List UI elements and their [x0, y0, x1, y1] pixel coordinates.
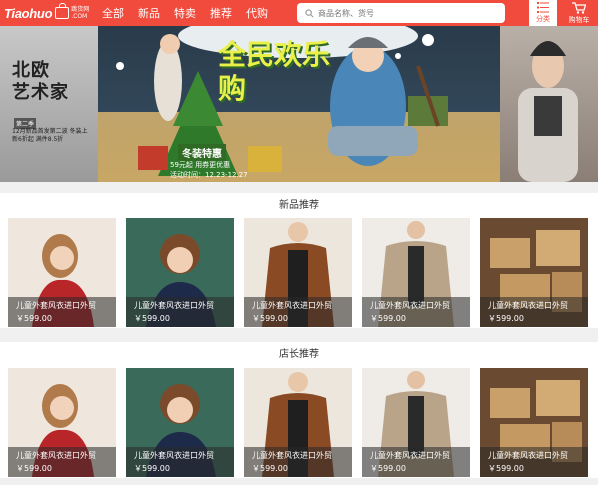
- product-card[interactable]: 儿童外套风衣进口外贸 ￥599.00: [126, 368, 234, 477]
- product-name: 儿童外套风衣进口外贸: [488, 451, 568, 460]
- product-name: 儿童外套风衣进口外贸: [370, 301, 450, 310]
- product-name: 儿童外套风衣进口外贸: [252, 301, 332, 310]
- nav-sale[interactable]: 特卖: [167, 5, 203, 21]
- product-price: ￥599.00: [370, 314, 406, 323]
- product-price: ￥599.00: [488, 464, 524, 473]
- product-name: 儿童外套风衣进口外贸: [134, 451, 214, 460]
- search-icon: [305, 8, 314, 17]
- product-price: ￥599.00: [16, 464, 52, 473]
- banner-left-text: 12月新品首发第二波 冬装上新6折起 满件8.5折: [12, 128, 88, 143]
- promo-banner[interactable]: 北欧 艺术家 第二季 12月新品首发第二波 冬装上新6折起 满件8.5折 全民欢…: [0, 26, 598, 182]
- product-price: ￥599.00: [134, 464, 170, 473]
- banner-promo-sub: 59元起 用券更优惠: [170, 161, 231, 169]
- main-nav: 全部 新品 特卖 推荐 代购: [95, 0, 275, 26]
- banner-main-title: 全民欢乐购: [218, 38, 331, 105]
- product-card[interactable]: 儿童外套风衣进口外贸 ￥599.00: [362, 368, 470, 477]
- banner-main-slide[interactable]: 全民欢乐购 冬装特惠 59元起 用券更优惠 活动时间：12.23-12.27: [98, 26, 500, 182]
- product-card[interactable]: 儿童外套风衣进口外贸 ￥599.00: [480, 368, 588, 477]
- cart-button[interactable]: 购物车: [562, 0, 596, 26]
- banner-promo-label: 冬装特惠: [178, 144, 226, 161]
- product-card[interactable]: 儿童外套风衣进口外贸 ￥599.00: [362, 218, 470, 327]
- logo-text: Tiaohuo: [4, 5, 53, 21]
- shopping-bag-icon: [55, 3, 70, 19]
- product-card[interactable]: 儿童外套风衣进口外贸 ￥599.00: [8, 368, 116, 477]
- banner-left-slide[interactable]: 北欧 艺术家 第二季 12月新品首发第二波 冬装上新6折起 满件8.5折: [0, 26, 98, 182]
- product-grid-new: 儿童外套风衣进口外贸 ￥599.00 儿童外套风衣进口外贸 ￥599.00 儿童…: [0, 218, 598, 328]
- cart-label: 购物车: [568, 15, 590, 24]
- list-icon: [537, 2, 549, 13]
- product-grid-manager: 儿童外套风衣进口外贸 ￥599.00 儿童外套风衣进口外贸 ￥599.00 儿童…: [0, 368, 598, 478]
- product-card[interactable]: 儿童外套风衣进口外贸 ￥599.00: [244, 218, 352, 327]
- product-price: ￥599.00: [252, 464, 288, 473]
- banner-promo-time: 活动时间：12.23-12.27: [170, 171, 248, 179]
- product-card[interactable]: 儿童外套风衣进口外贸 ￥599.00: [8, 218, 116, 327]
- product-price: ￥599.00: [16, 314, 52, 323]
- product-card[interactable]: 儿童外套风衣进口外贸 ￥599.00: [244, 368, 352, 477]
- product-name: 儿童外套风衣进口外贸: [488, 301, 568, 310]
- search-box[interactable]: [297, 3, 505, 23]
- product-card[interactable]: 儿童外套风衣进口外贸 ￥599.00: [480, 218, 588, 327]
- product-price: ￥599.00: [370, 464, 406, 473]
- product-name: 儿童外套风衣进口外贸: [16, 301, 96, 310]
- category-button[interactable]: 分类: [529, 0, 557, 26]
- site-logo[interactable]: Tiaohuo 跳货网 .COM: [0, 0, 95, 26]
- product-name: 儿童外套风衣进口外贸: [370, 451, 450, 460]
- product-price: ￥599.00: [134, 314, 170, 323]
- cart-icon: [572, 1, 586, 14]
- product-name: 儿童外套风衣进口外贸: [134, 301, 214, 310]
- nav-new[interactable]: 新品: [131, 5, 167, 21]
- logo-sub: 跳货网: [71, 6, 90, 13]
- search-input[interactable]: [318, 8, 498, 18]
- section-title-manager: 店长推荐: [0, 342, 598, 368]
- nav-all[interactable]: 全部: [95, 5, 131, 21]
- section-title-new: 新品推荐: [0, 193, 598, 219]
- logo-domain: .COM: [71, 13, 88, 20]
- product-price: ￥599.00: [252, 314, 288, 323]
- banner-left-title2: 艺术家: [12, 82, 69, 103]
- product-card[interactable]: 儿童外套风衣进口外贸 ￥599.00: [126, 218, 234, 327]
- product-price: ￥599.00: [488, 314, 524, 323]
- nav-recommend[interactable]: 推荐: [203, 5, 239, 21]
- product-name: 儿童外套风衣进口外贸: [16, 451, 96, 460]
- nav-purchase[interactable]: 代购: [239, 5, 275, 21]
- category-label: 分类: [536, 15, 550, 23]
- banner-right-model: [518, 41, 578, 182]
- product-name: 儿童外套风衣进口外贸: [252, 451, 332, 460]
- banner-right-slide[interactable]: [500, 26, 598, 182]
